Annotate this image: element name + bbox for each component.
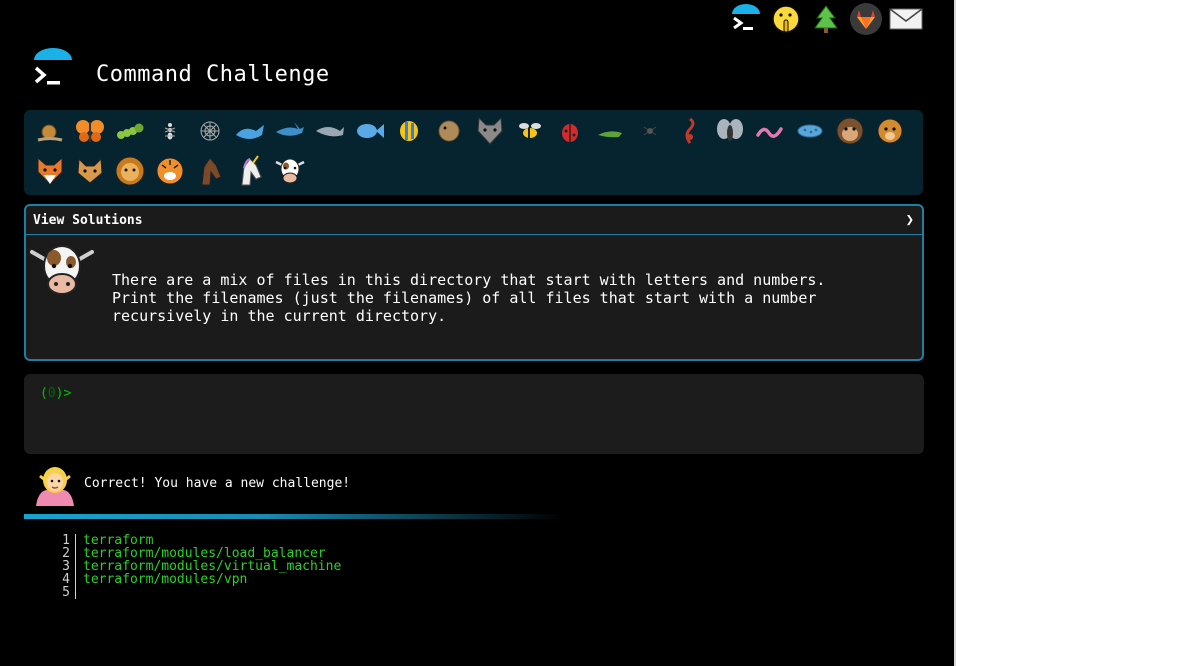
- scorpion-icon[interactable]: [670, 112, 710, 150]
- animal-level-bar: [24, 110, 923, 195]
- bee-icon[interactable]: [510, 112, 550, 150]
- prompt-close: )>: [55, 386, 72, 401]
- dolphin-icon[interactable]: [310, 112, 350, 150]
- prompt-count: 0: [47, 386, 56, 401]
- snail-icon[interactable]: [30, 112, 70, 150]
- progress-divider: [24, 514, 564, 519]
- spider-icon[interactable]: [630, 112, 670, 150]
- ant-icon[interactable]: [150, 112, 190, 150]
- cricket-icon[interactable]: [590, 112, 630, 150]
- microbe-icon[interactable]: [790, 112, 830, 150]
- chevron-right-icon: ❯: [905, 212, 914, 228]
- challenge-description: There are a mix of files in this directo…: [112, 271, 826, 325]
- response-message: Correct! You have a new challenge!: [84, 476, 351, 491]
- line-text: [76, 586, 83, 599]
- dog-icon[interactable]: [870, 112, 910, 150]
- horse-icon[interactable]: [190, 152, 230, 190]
- ladybug-icon[interactable]: [550, 112, 590, 150]
- terminal-logo-icon[interactable]: [728, 2, 764, 36]
- fly-icon[interactable]: [710, 112, 750, 150]
- view-solutions-label: View Solutions: [33, 212, 143, 228]
- tropical-fish-icon[interactable]: [390, 112, 430, 150]
- view-solutions-toggle[interactable]: View Solutions ❯: [26, 206, 922, 235]
- top-icon-bar: [728, 2, 924, 36]
- butterfly-icon[interactable]: [70, 112, 110, 150]
- animal-row: [24, 111, 923, 151]
- output-line: 4 terraform/modules/vpn: [50, 573, 341, 586]
- monkey-icon[interactable]: [830, 112, 870, 150]
- cow-icon: [30, 240, 94, 304]
- fox-icon[interactable]: [30, 152, 70, 190]
- elf-avatar-icon: [32, 462, 78, 506]
- caterpillar-icon[interactable]: [110, 112, 150, 150]
- window-edge: [954, 0, 956, 666]
- envelope-icon[interactable]: [888, 2, 924, 36]
- line-text: terraform/modules/vpn: [83, 572, 248, 587]
- line-number: 5: [50, 586, 76, 599]
- cow-icon[interactable]: [270, 152, 310, 190]
- lion-icon[interactable]: [110, 152, 150, 190]
- tiger-icon[interactable]: [150, 152, 190, 190]
- whale-icon[interactable]: [230, 112, 270, 150]
- solutions-panel: View Solutions ❯ There are a mix of file…: [24, 204, 924, 361]
- terminal-logo-icon: [30, 48, 76, 90]
- cat-icon[interactable]: [70, 152, 110, 190]
- page-title: Command Challenge: [96, 62, 330, 87]
- app-window: Command Challenge View Solutions ❯ There…: [0, 0, 954, 666]
- blowfish-icon[interactable]: [430, 112, 470, 150]
- animal-row: [24, 151, 923, 191]
- output-line: 5: [50, 586, 341, 599]
- wolf-icon[interactable]: [470, 112, 510, 150]
- prompt-open: (: [40, 386, 48, 401]
- fish-icon[interactable]: [350, 112, 390, 150]
- worm-icon[interactable]: [750, 112, 790, 150]
- gitlab-icon[interactable]: [848, 2, 884, 36]
- terminal-prompt: (0)>: [40, 386, 71, 401]
- shushing-face-icon[interactable]: [768, 2, 804, 36]
- shark-icon[interactable]: [270, 112, 310, 150]
- terminal-input[interactable]: (0)>: [24, 374, 924, 454]
- evergreen-tree-icon[interactable]: [808, 2, 844, 36]
- output-listing: 1 terraform 2 terraform/modules/load_balan…: [50, 534, 341, 599]
- unicorn-icon[interactable]: [230, 152, 270, 190]
- spider-web-icon[interactable]: [190, 112, 230, 150]
